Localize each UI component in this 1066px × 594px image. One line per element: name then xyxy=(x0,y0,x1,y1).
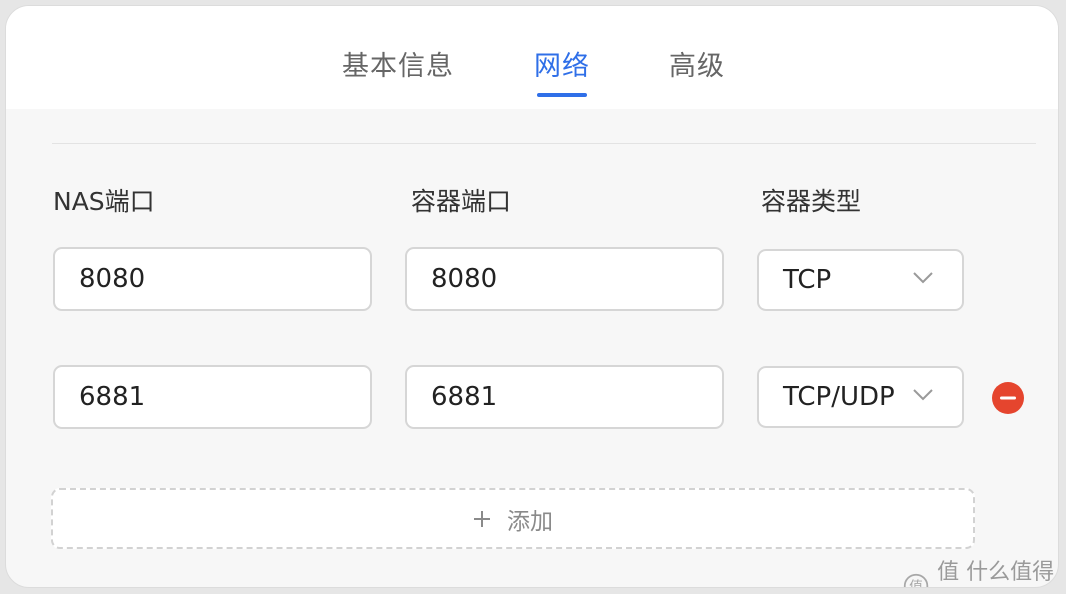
remove-row-icon[interactable] xyxy=(992,382,1024,414)
network-settings-card: 基本信息 网络 高级 NAS端口 容器端口 容器类型 8080 8080 TCP… xyxy=(5,5,1059,588)
container-type-select-2[interactable]: TCP/UDP xyxy=(757,366,964,428)
watermark-text: 值 什么值得买 xyxy=(937,560,1055,585)
tab-bar: 基本信息 网络 高级 xyxy=(6,6,1058,109)
nas-port-value: 8080 xyxy=(79,264,146,294)
tab-basic-info[interactable]: 基本信息 xyxy=(342,44,454,83)
container-port-input-1[interactable]: 8080 xyxy=(405,247,724,311)
container-type-header: 容器类型 xyxy=(761,187,862,216)
plus-icon xyxy=(474,510,490,527)
chevron-down-icon xyxy=(913,389,933,401)
tab-network[interactable]: 网络 xyxy=(534,44,590,83)
nas-port-header: NAS端口 xyxy=(53,187,155,216)
container-type-value: TCP/UDP xyxy=(783,382,895,412)
container-port-value: 6881 xyxy=(431,382,498,412)
container-type-value: TCP xyxy=(783,265,832,295)
active-tab-indicator xyxy=(537,93,587,97)
tab-advanced[interactable]: 高级 xyxy=(669,44,725,83)
add-button-label: 添加 xyxy=(507,508,553,535)
nas-port-input-2[interactable]: 6881 xyxy=(53,365,372,429)
add-port-button[interactable]: 添加 xyxy=(51,488,975,549)
container-type-select-1[interactable]: TCP xyxy=(757,249,964,311)
container-port-value: 8080 xyxy=(431,264,498,294)
chevron-down-icon xyxy=(913,272,933,284)
svg-text:值: 值 xyxy=(909,579,923,588)
smzdm-logo-icon: 值 xyxy=(903,573,929,588)
container-port-header: 容器端口 xyxy=(411,187,512,216)
nas-port-input-1[interactable]: 8080 xyxy=(53,247,372,311)
watermark: 值 值 什么值得买 xyxy=(903,554,1058,588)
section-divider xyxy=(52,143,1036,144)
container-port-input-2[interactable]: 6881 xyxy=(405,365,724,429)
nas-port-value: 6881 xyxy=(79,382,146,412)
